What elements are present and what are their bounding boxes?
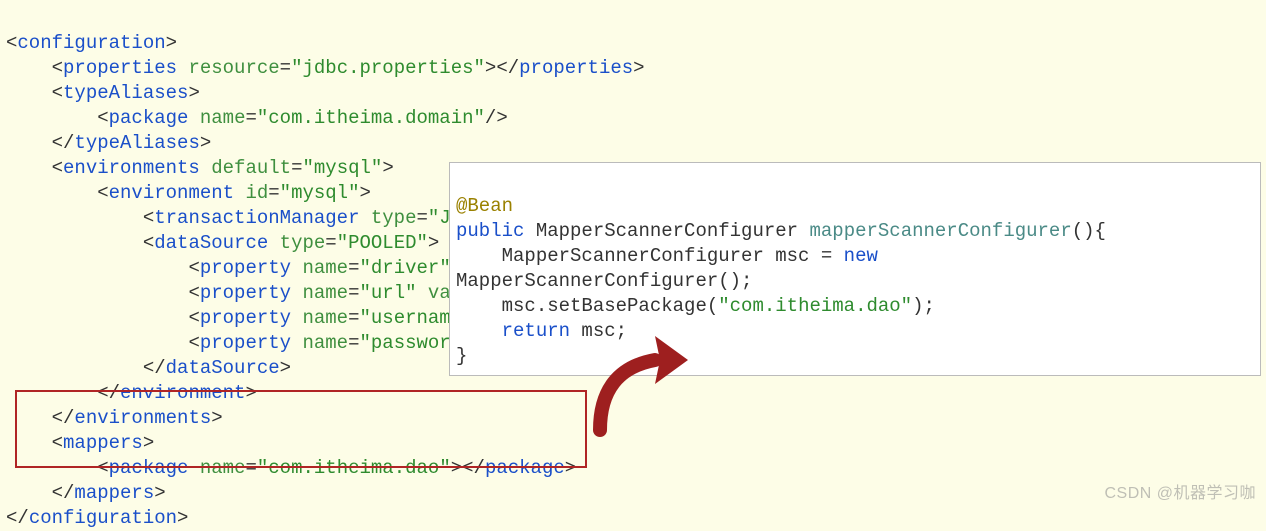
xml-attr: name: [302, 332, 348, 354]
xml-tag: property: [200, 282, 291, 304]
xml-value-cut: "J: [428, 207, 451, 229]
keyword-return: return: [502, 320, 570, 342]
code-line: msc.setBasePackage(: [502, 295, 719, 317]
xml-tag: dataSource: [154, 232, 268, 254]
close-brace: }: [456, 345, 467, 367]
xml-value: "mysql": [280, 182, 360, 204]
java-code-popup: @Bean public MapperScannerConfigurer map…: [449, 162, 1261, 376]
xml-attr: name: [200, 457, 246, 479]
xml-attr: name: [302, 282, 348, 304]
xml-value-cut: "passwor: [359, 332, 450, 354]
xml-attr: name: [302, 307, 348, 329]
xml-value-cut: "usernam: [359, 307, 450, 329]
xml-attr: default: [211, 157, 291, 179]
string-literal: "com.itheima.dao": [718, 295, 912, 317]
xml-attr: id: [245, 182, 268, 204]
xml-attr: type: [280, 232, 326, 254]
code-line: MapperScannerConfigurer msc =: [502, 245, 844, 267]
xml-tag: package: [109, 457, 189, 479]
xml-value: "com.itheima.domain": [257, 107, 485, 129]
xml-attr: type: [371, 207, 417, 229]
xml-attr: name: [302, 257, 348, 279]
type-name: MapperScannerConfigurer: [536, 220, 798, 242]
xml-tag: mappers: [63, 432, 143, 454]
xml-tag: properties: [63, 57, 177, 79]
xml-value: "mysql": [302, 157, 382, 179]
watermark-text: CSDN @机器学习咖: [1104, 481, 1256, 506]
xml-tag: configuration: [17, 32, 165, 54]
method-name: mapperScannerConfigurer: [809, 220, 1071, 242]
xml-value-cut: "url": [359, 282, 416, 304]
xml-tag: package: [109, 107, 189, 129]
xml-tag: environment: [109, 182, 234, 204]
xml-attr: name: [200, 107, 246, 129]
xml-value: "jdbc.properties": [291, 57, 485, 79]
keyword-new: new: [844, 245, 878, 267]
xml-value: "POOLED": [337, 232, 428, 254]
xml-attr-cut: va: [428, 282, 451, 304]
xml-value-cut: "driver": [359, 257, 450, 279]
xml-value: "com.itheima.dao": [257, 457, 451, 479]
xml-tag: property: [200, 332, 291, 354]
code-line: MapperScannerConfigurer();: [456, 270, 752, 292]
xml-tag: property: [200, 257, 291, 279]
annotation: @Bean: [456, 195, 513, 217]
xml-tag: transactionManager: [154, 207, 359, 229]
xml-tag: environments: [63, 157, 200, 179]
xml-attr: resource: [188, 57, 279, 79]
xml-tag: property: [200, 307, 291, 329]
xml-tag: typeAliases: [63, 82, 188, 104]
keyword-public: public: [456, 220, 524, 242]
